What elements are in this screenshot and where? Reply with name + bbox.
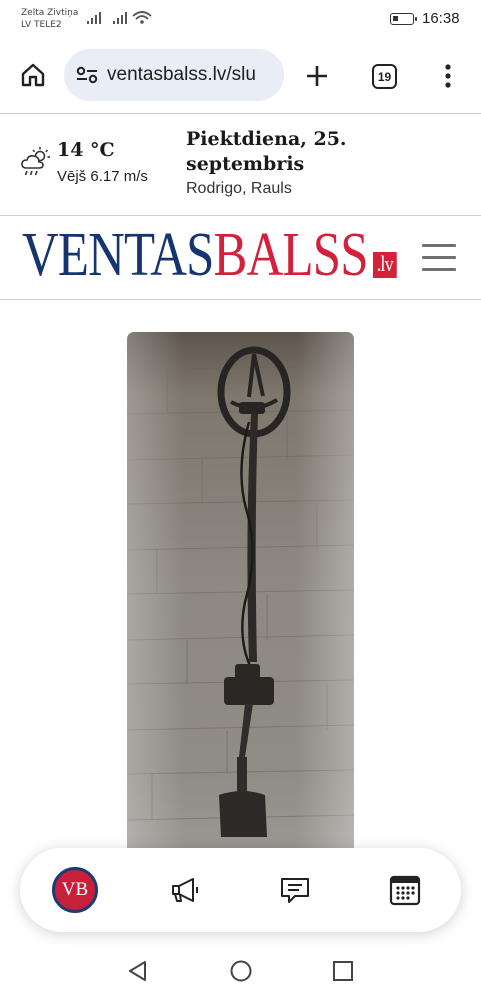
signal-icon: [87, 12, 101, 24]
vb-home-button[interactable]: VB: [51, 867, 99, 913]
logo-balss: BALSS: [213, 221, 369, 289]
new-tab-icon[interactable]: [303, 62, 331, 90]
logo-ventas: VENTAS: [22, 221, 214, 289]
rain-sun-cloud-icon: [21, 147, 50, 176]
wind-speed: Vējš 6.17 m/s: [57, 168, 148, 185]
logo-domain: .lv: [372, 252, 397, 278]
browser-toolbar: ventasbalss.lv/slu 19: [0, 40, 481, 112]
carrier-network: LV TELE2: [21, 20, 62, 30]
clock: 16:38: [422, 10, 460, 27]
calendar-icon[interactable]: [381, 867, 429, 913]
site-settings-icon[interactable]: [76, 66, 98, 84]
battery-level: [393, 16, 398, 21]
megaphone-icon[interactable]: [161, 867, 209, 913]
home-circle-icon[interactable]: [229, 959, 253, 983]
signal-icon-2: [113, 12, 127, 24]
more-menu-icon[interactable]: [438, 62, 458, 90]
carrier-info: Zelta Zivtiņa LV TELE2: [21, 7, 78, 31]
tab-switcher-icon[interactable]: 19: [372, 64, 397, 89]
system-navigation-bar: [0, 945, 481, 1000]
toolbar-divider: [0, 113, 481, 114]
info-divider: [0, 215, 481, 216]
site-logo[interactable]: VENTASBALSS .lv: [22, 224, 397, 286]
hamburger-menu-icon[interactable]: [422, 244, 456, 272]
vb-logo-icon: VB: [52, 867, 98, 913]
current-date: Piektdiena, 25. septembris: [186, 128, 347, 175]
address-bar[interactable]: ventasbalss.lv/slu: [64, 49, 284, 101]
header-divider: [0, 299, 481, 300]
carrier-name: Zelta Zivtiņa: [21, 8, 79, 18]
url-text: ventasbalss.lv/slu: [107, 64, 256, 85]
recents-icon[interactable]: [331, 959, 355, 983]
home-icon[interactable]: [18, 60, 48, 90]
namedays: Rodrigo, Rauls: [186, 180, 292, 197]
metal-detector-photo[interactable]: [127, 332, 354, 852]
comment-icon[interactable]: [271, 867, 319, 913]
temperature: 14 °C: [57, 139, 115, 161]
battery-icon: [390, 13, 417, 25]
bottom-navigation: VB: [20, 848, 461, 932]
status-bar: Zelta Zivtiņa LV TELE2 16:38: [0, 0, 481, 40]
wifi-icon: [132, 11, 152, 24]
back-icon[interactable]: [126, 959, 150, 983]
